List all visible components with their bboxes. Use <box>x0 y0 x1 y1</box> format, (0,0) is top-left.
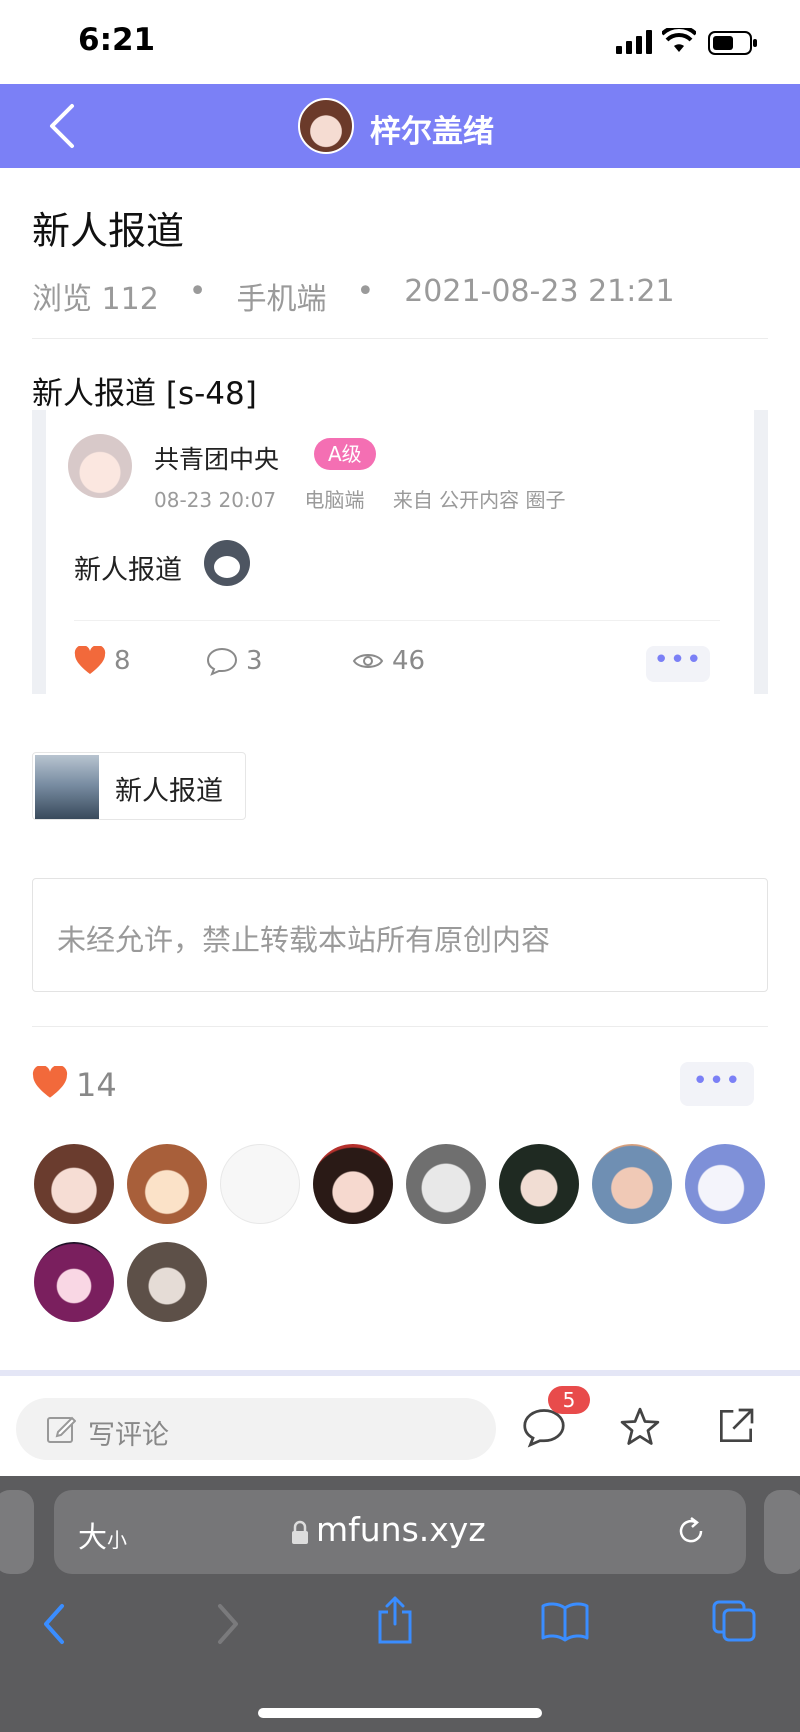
avatar[interactable] <box>34 1144 114 1224</box>
embed-text: 新人报道 <box>74 555 182 586</box>
avatar[interactable] <box>127 1242 207 1322</box>
meta-separator: • <box>188 274 207 309</box>
avatar[interactable] <box>499 1144 579 1224</box>
level-badge: A级 <box>314 438 376 470</box>
embed-source: 来自 公开内容 圈子 <box>392 488 566 512</box>
wifi-icon <box>662 28 696 52</box>
comment-placeholder: 写评论 <box>88 1420 169 1451</box>
divider <box>32 338 768 339</box>
star-icon[interactable] <box>618 1406 662 1448</box>
view-count: 46 <box>392 646 426 676</box>
home-indicator <box>258 1708 542 1718</box>
link-chip[interactable]: 新人报道 <box>32 752 246 820</box>
share-sheet-icon[interactable] <box>374 1594 416 1646</box>
view-count: 浏览 112 <box>32 282 159 317</box>
avatar[interactable] <box>68 434 132 498</box>
app-header: 梓尔盖绪 <box>0 84 800 168</box>
comment-count-badge: 5 <box>548 1386 590 1414</box>
embed-meta: 08-23 20:07 电脑端 来自 公开内容 圈子 <box>154 484 588 513</box>
post-title: 新人报道 <box>32 209 185 253</box>
like-count: 8 <box>114 646 131 676</box>
copyright-notice: 未经允许，禁止转载本站所有原创内容 <box>32 878 768 992</box>
heart-icon[interactable] <box>32 1066 68 1100</box>
divider <box>74 620 720 621</box>
comment-stat[interactable]: 3 <box>206 646 263 676</box>
view-stat: 46 <box>352 646 425 676</box>
eye-icon <box>352 654 384 668</box>
author-avatar[interactable] <box>298 98 354 154</box>
status-bar: 6:21 <box>0 0 800 84</box>
avatar[interactable] <box>592 1144 672 1224</box>
next-tab-preview[interactable] <box>764 1490 800 1574</box>
share-icon[interactable] <box>716 1406 756 1446</box>
post-device: 手机端 <box>236 282 327 317</box>
previous-tab-preview[interactable] <box>0 1490 34 1574</box>
browser-toolbar: 大小 mfuns.xyz <box>0 1476 800 1732</box>
content-heading: 新人报道 [s-48] <box>32 376 257 412</box>
comment-bar: 写评论 5 <box>0 1370 800 1476</box>
meta-separator: • <box>356 274 375 309</box>
post-meta: 浏览 112 • 手机端 • 2021-08-23 21:21 <box>32 274 675 318</box>
embed-device: 电脑端 <box>304 488 365 512</box>
heart-icon <box>74 646 106 674</box>
status-time: 6:21 <box>78 22 156 58</box>
link-thumbnail <box>35 755 99 819</box>
avatar[interactable] <box>127 1144 207 1224</box>
edit-icon <box>47 1416 76 1443</box>
post-datetime: 2021-08-23 21:21 <box>404 274 675 309</box>
author-name[interactable]: 梓尔盖绪 <box>370 106 494 151</box>
more-button[interactable]: ••• <box>680 1062 754 1106</box>
likes-count: 14 <box>76 1066 117 1104</box>
divider <box>32 1026 768 1027</box>
dog-emoji-icon <box>204 540 250 586</box>
avatar[interactable] <box>685 1144 765 1224</box>
text-size-small: 小 <box>107 1528 128 1552</box>
more-button[interactable]: ••• <box>646 646 710 682</box>
browser-back-icon[interactable] <box>40 1602 68 1646</box>
text-size-big: 大 <box>78 1520 108 1554</box>
battery-icon <box>708 31 757 55</box>
back-arrow-icon[interactable] <box>44 98 84 154</box>
write-comment-input[interactable]: 写评论 <box>16 1398 496 1460</box>
lock-icon <box>292 1520 308 1544</box>
bookmarks-icon[interactable] <box>540 1600 590 1642</box>
avatar[interactable] <box>220 1144 300 1224</box>
avatar[interactable] <box>34 1242 114 1322</box>
comment-icon <box>206 647 238 676</box>
link-label: 新人报道 <box>115 776 223 807</box>
embedded-post-body: 共青团中央 A级 08-23 20:07 电脑端 来自 公开内容 圈子 新人报道… <box>46 410 754 694</box>
embed-time: 08-23 20:07 <box>154 488 277 512</box>
avatar[interactable] <box>313 1144 393 1224</box>
comment-count: 3 <box>246 646 263 676</box>
notice-text: 未经允许，禁止转载本站所有原创内容 <box>57 923 551 957</box>
tabs-icon[interactable] <box>710 1598 758 1644</box>
like-stat[interactable]: 8 <box>74 646 131 676</box>
browser-forward-icon[interactable] <box>214 1602 242 1646</box>
avatar[interactable] <box>406 1144 486 1224</box>
embedded-post-card[interactable]: 共青团中央 A级 08-23 20:07 电脑端 来自 公开内容 圈子 新人报道… <box>32 410 768 694</box>
address-bar[interactable]: 大小 mfuns.xyz <box>54 1490 746 1574</box>
url-text: mfuns.xyz <box>316 1510 486 1549</box>
cellular-signal-icon <box>616 30 652 54</box>
reload-icon[interactable] <box>674 1514 708 1548</box>
embed-user-name[interactable]: 共青团中央 <box>154 440 279 476</box>
text-size-button[interactable]: 大小 <box>78 1514 127 1556</box>
